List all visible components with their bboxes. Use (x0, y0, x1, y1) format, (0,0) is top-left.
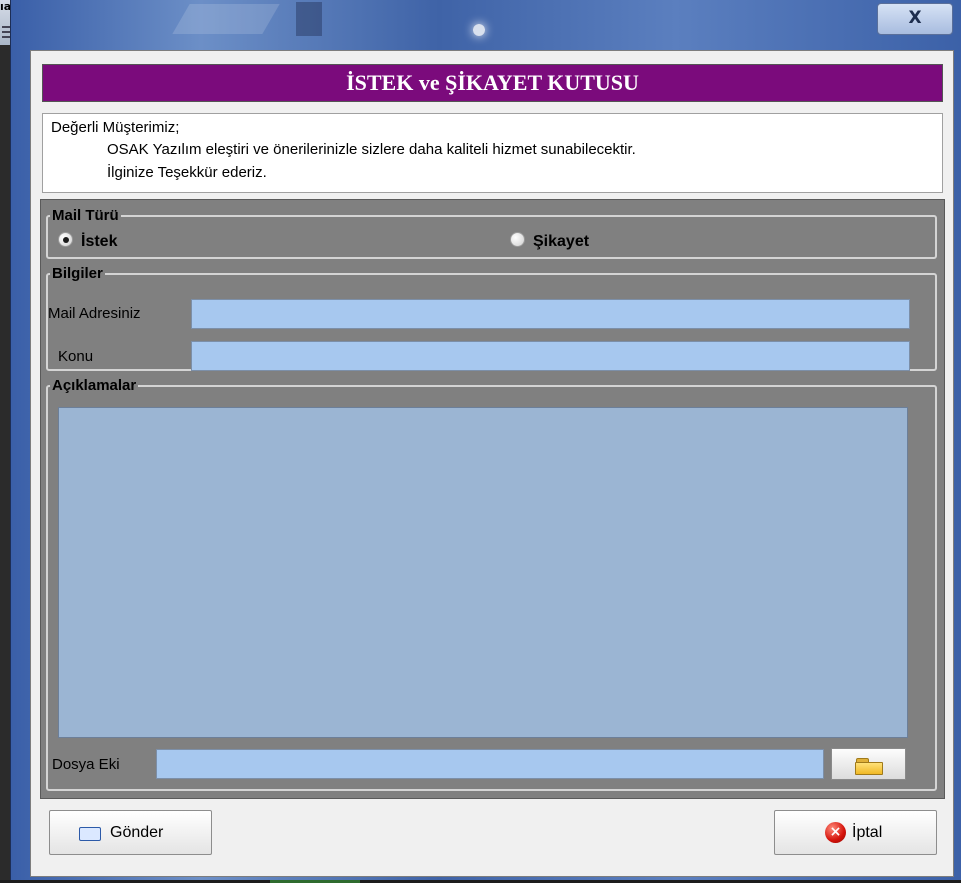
dialog-client-area: İSTEK ve ŞİKAYET KUTUSU Değerli Müşterim… (30, 50, 954, 877)
title-bar[interactable]: X (11, 0, 961, 50)
description-textarea[interactable] (58, 407, 908, 738)
subject-input[interactable] (191, 341, 910, 371)
info-group: Bilgiler Mail Adresiniz Konu (46, 265, 937, 371)
title-bar-decoration (172, 4, 280, 34)
close-icon: X (908, 8, 922, 28)
radio-istek[interactable]: İstek (58, 232, 117, 251)
info-group-legend: Bilgiler (52, 265, 103, 282)
send-button-label: Gönder (110, 824, 164, 841)
cancel-button-label: İptal (852, 824, 883, 841)
subject-label: Konu (58, 348, 94, 365)
mail-type-legend: Mail Türü (52, 207, 119, 224)
browse-attachment-button[interactable] (831, 748, 906, 780)
info-message: OSAK Yazılım eleştiri ve önerilerinizle … (107, 141, 636, 158)
radio-sikayet[interactable]: Şikayet (510, 232, 589, 251)
cancel-button[interactable]: × İptal (774, 810, 937, 855)
close-button[interactable]: X (877, 3, 953, 35)
radio-unselected-icon[interactable] (510, 232, 525, 247)
info-greeting: Değerli Müşterimiz; (51, 119, 180, 136)
title-bar-decoration (296, 2, 322, 36)
attachment-input[interactable] (156, 749, 824, 779)
send-button[interactable]: Gönder (49, 810, 212, 855)
attachment-label: Dosya Eki (52, 756, 120, 773)
radio-selected-icon[interactable] (58, 232, 73, 247)
page-title: İSTEK ve ŞİKAYET KUTUSU (42, 64, 943, 102)
description-legend: Açıklamalar (52, 377, 137, 394)
info-message-box: Değerli Müşterimiz; OSAK Yazılım eleştir… (42, 113, 943, 193)
info-thanks: İlginize Teşekkür ederiz. (107, 164, 267, 181)
description-group: Açıklamalar Dosya Eki (46, 377, 937, 791)
mail-icon-envelope (79, 827, 101, 841)
folder-icon-body (855, 762, 883, 775)
mail-icon (79, 824, 101, 841)
radio-sikayet-label: Şikayet (533, 233, 590, 250)
mail-address-label: Mail Adresiniz (48, 305, 141, 322)
form-panel: Mail Türü İstek Şikayet Bilgiler Mail Ad… (40, 199, 945, 799)
dialog-window: X İSTEK ve ŞİKAYET KUTUSU Değerli Müşter… (10, 0, 961, 880)
cancel-icon: × (825, 822, 846, 843)
radio-istek-label: İstek (81, 233, 118, 250)
folder-icon (855, 758, 883, 775)
mail-address-input[interactable] (191, 299, 910, 329)
mail-type-group: Mail Türü İstek Şikayet (46, 207, 937, 259)
title-bar-decoration (473, 24, 485, 36)
